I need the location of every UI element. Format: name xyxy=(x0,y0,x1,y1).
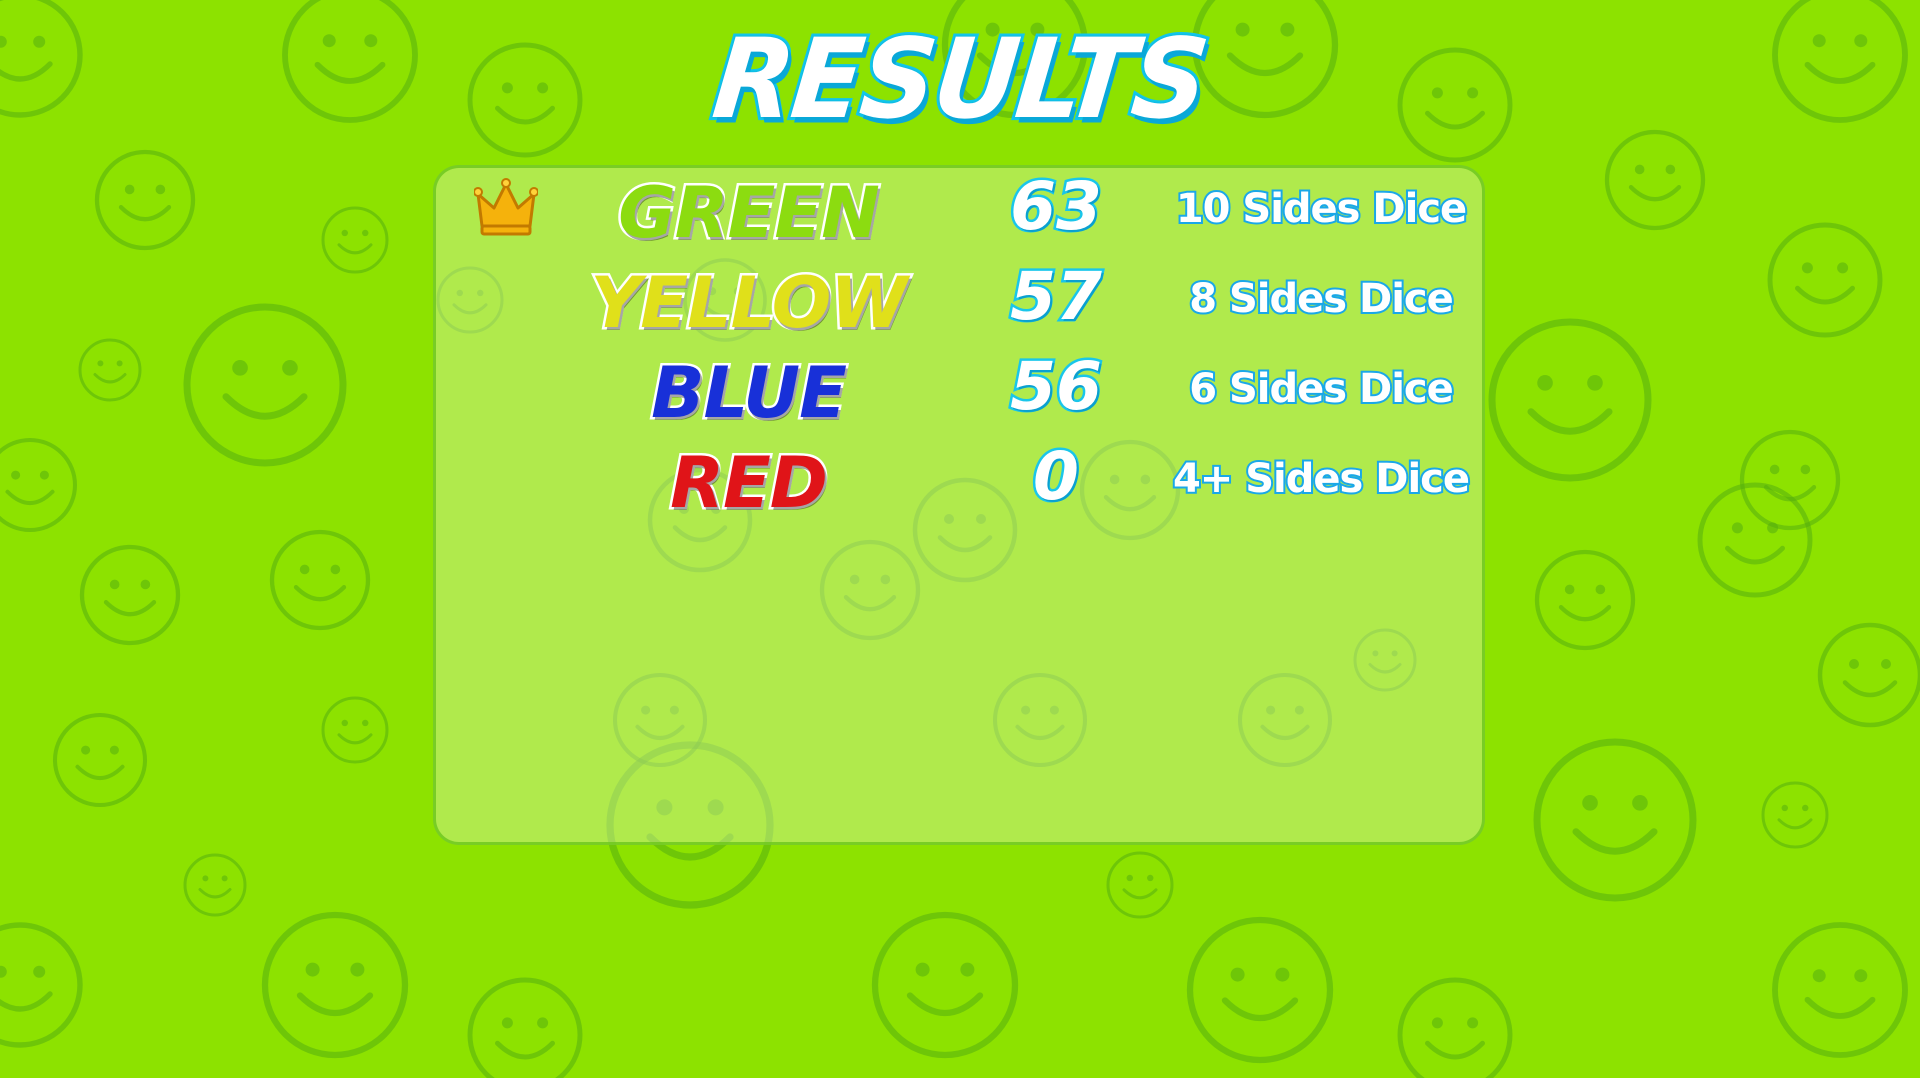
team-score: 63 xyxy=(1008,166,1105,248)
result-row-4: RED 0 4+ Sides Dice xyxy=(436,436,1488,528)
smiley-face-icon xyxy=(1697,482,1813,598)
result-row-3: BLUE 56 6 Sides Dice xyxy=(436,346,1488,438)
team-reward: 6 Sides Dice xyxy=(1187,364,1456,414)
smiley-face-icon xyxy=(1397,977,1513,1078)
smiley-face-icon xyxy=(79,544,181,646)
smiley-face-icon xyxy=(1739,429,1841,531)
team-reward: 8 Sides Dice xyxy=(1187,274,1456,324)
smiley-face-icon xyxy=(1767,222,1883,338)
smiley-face-icon xyxy=(1106,851,1174,919)
smiley-face-icon xyxy=(1533,738,1697,902)
team-score: 57 xyxy=(1008,256,1105,338)
smiley-face-icon xyxy=(1761,781,1829,849)
crown-icon xyxy=(474,178,538,236)
smiley-face-icon xyxy=(261,911,409,1059)
result-row-2: YELLOW 57 8 Sides Dice xyxy=(436,256,1488,348)
smiley-face-icon xyxy=(183,303,347,467)
smiley-face-icon xyxy=(1604,129,1706,231)
results-title: RESULTS xyxy=(704,11,1215,146)
team-name: GREEN xyxy=(616,170,883,257)
smiley-face-icon xyxy=(183,853,247,917)
smiley-face-icon xyxy=(52,712,148,808)
smiley-face-icon xyxy=(269,529,371,631)
team-reward: 10 Sides Dice xyxy=(1174,184,1469,234)
smiley-face-icon xyxy=(467,977,583,1078)
smiley-face-icon xyxy=(0,922,83,1048)
smiley-face-icon xyxy=(321,206,389,274)
team-score: 0 xyxy=(1031,436,1082,518)
team-name: BLUE xyxy=(649,350,850,437)
team-name: RED xyxy=(668,440,831,527)
smiley-face-icon xyxy=(1772,922,1908,1058)
smiley-face-icon xyxy=(0,437,78,533)
results-panel: GREEN 63 10 Sides Dice YELLOW 57 8 Sides… xyxy=(433,165,1485,845)
smiley-face-icon xyxy=(1534,549,1636,651)
smiley-face-icon xyxy=(94,149,196,251)
smiley-face-icon xyxy=(1488,318,1652,482)
smiley-face-icon xyxy=(78,338,142,402)
smiley-face-icon xyxy=(321,696,389,764)
team-name: YELLOW xyxy=(588,260,910,347)
smiley-face-icon xyxy=(1186,916,1334,1064)
team-score: 56 xyxy=(1008,346,1105,428)
smiley-face-icon xyxy=(871,911,1019,1059)
team-reward: 4+ Sides Dice xyxy=(1171,454,1472,504)
result-row-1: GREEN 63 10 Sides Dice xyxy=(436,166,1488,258)
smiley-face-icon xyxy=(1817,622,1920,728)
